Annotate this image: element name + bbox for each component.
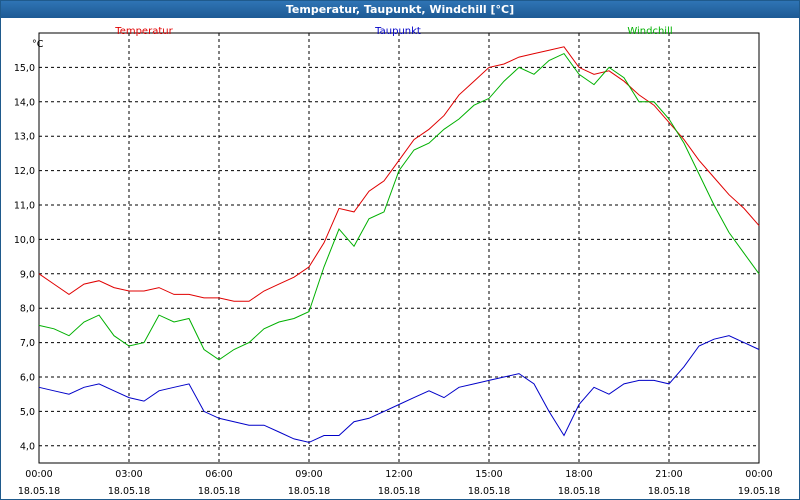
- x-tick-date-label: 18.05.18: [288, 486, 330, 497]
- x-tick-date-label: 18.05.18: [18, 486, 60, 497]
- x-tick-time-label: 03:00: [115, 469, 142, 480]
- y-tick-label: 14,0: [14, 97, 35, 108]
- x-tick-date-label: 18.05.18: [108, 486, 150, 497]
- x-tick-date-label: 18.05.18: [468, 486, 510, 497]
- y-tick-label: 4,0: [20, 441, 35, 452]
- x-tick-time-label: 21:00: [655, 469, 682, 480]
- x-tick-time-label: 12:00: [385, 469, 412, 480]
- y-tick-label: 5,0: [20, 407, 35, 418]
- x-tick-date-label: 19.05.18: [738, 486, 780, 497]
- y-tick-label: 13,0: [14, 132, 35, 143]
- chart-plot: °C 4,0 5,0 6,0 7,0 8,0 9,0 10,0 11,0 12,0 13,0 14,…: [14, 26, 780, 497]
- y-tick-label: 10,0: [14, 235, 35, 246]
- y-tick-label: 11,0: [14, 201, 35, 212]
- y-axis-unit-label: °C: [32, 39, 44, 50]
- y-tick-label: 7,0: [20, 338, 35, 349]
- legend-item-windchill: Windchill: [627, 26, 672, 37]
- y-tick-label: 12,0: [14, 166, 35, 177]
- x-tick-time-label: 00:00: [745, 469, 772, 480]
- x-tick-date-label: 18.05.18: [198, 486, 240, 497]
- y-tick-label: 6,0: [20, 373, 35, 384]
- x-tick-date-label: 18.05.18: [558, 486, 600, 497]
- x-tick-date-label: 18.05.18: [378, 486, 420, 497]
- y-tick-label: 8,0: [20, 304, 35, 315]
- x-tick-time-label: 06:00: [205, 469, 232, 480]
- x-tick-date-label: 18.05.18: [648, 486, 690, 497]
- x-tick-time-label: 18:00: [565, 469, 592, 480]
- legend-item-taupunkt: Taupunkt: [374, 26, 421, 37]
- legend-item-temperatur: Temperatur: [114, 26, 173, 37]
- y-tick-label: 9,0: [20, 269, 35, 280]
- x-tick-time-label: 15:00: [475, 469, 502, 480]
- x-tick-time-label: 09:00: [295, 469, 322, 480]
- x-tick-time-label: 00:00: [25, 469, 52, 480]
- y-tick-label: 15,0: [14, 63, 35, 74]
